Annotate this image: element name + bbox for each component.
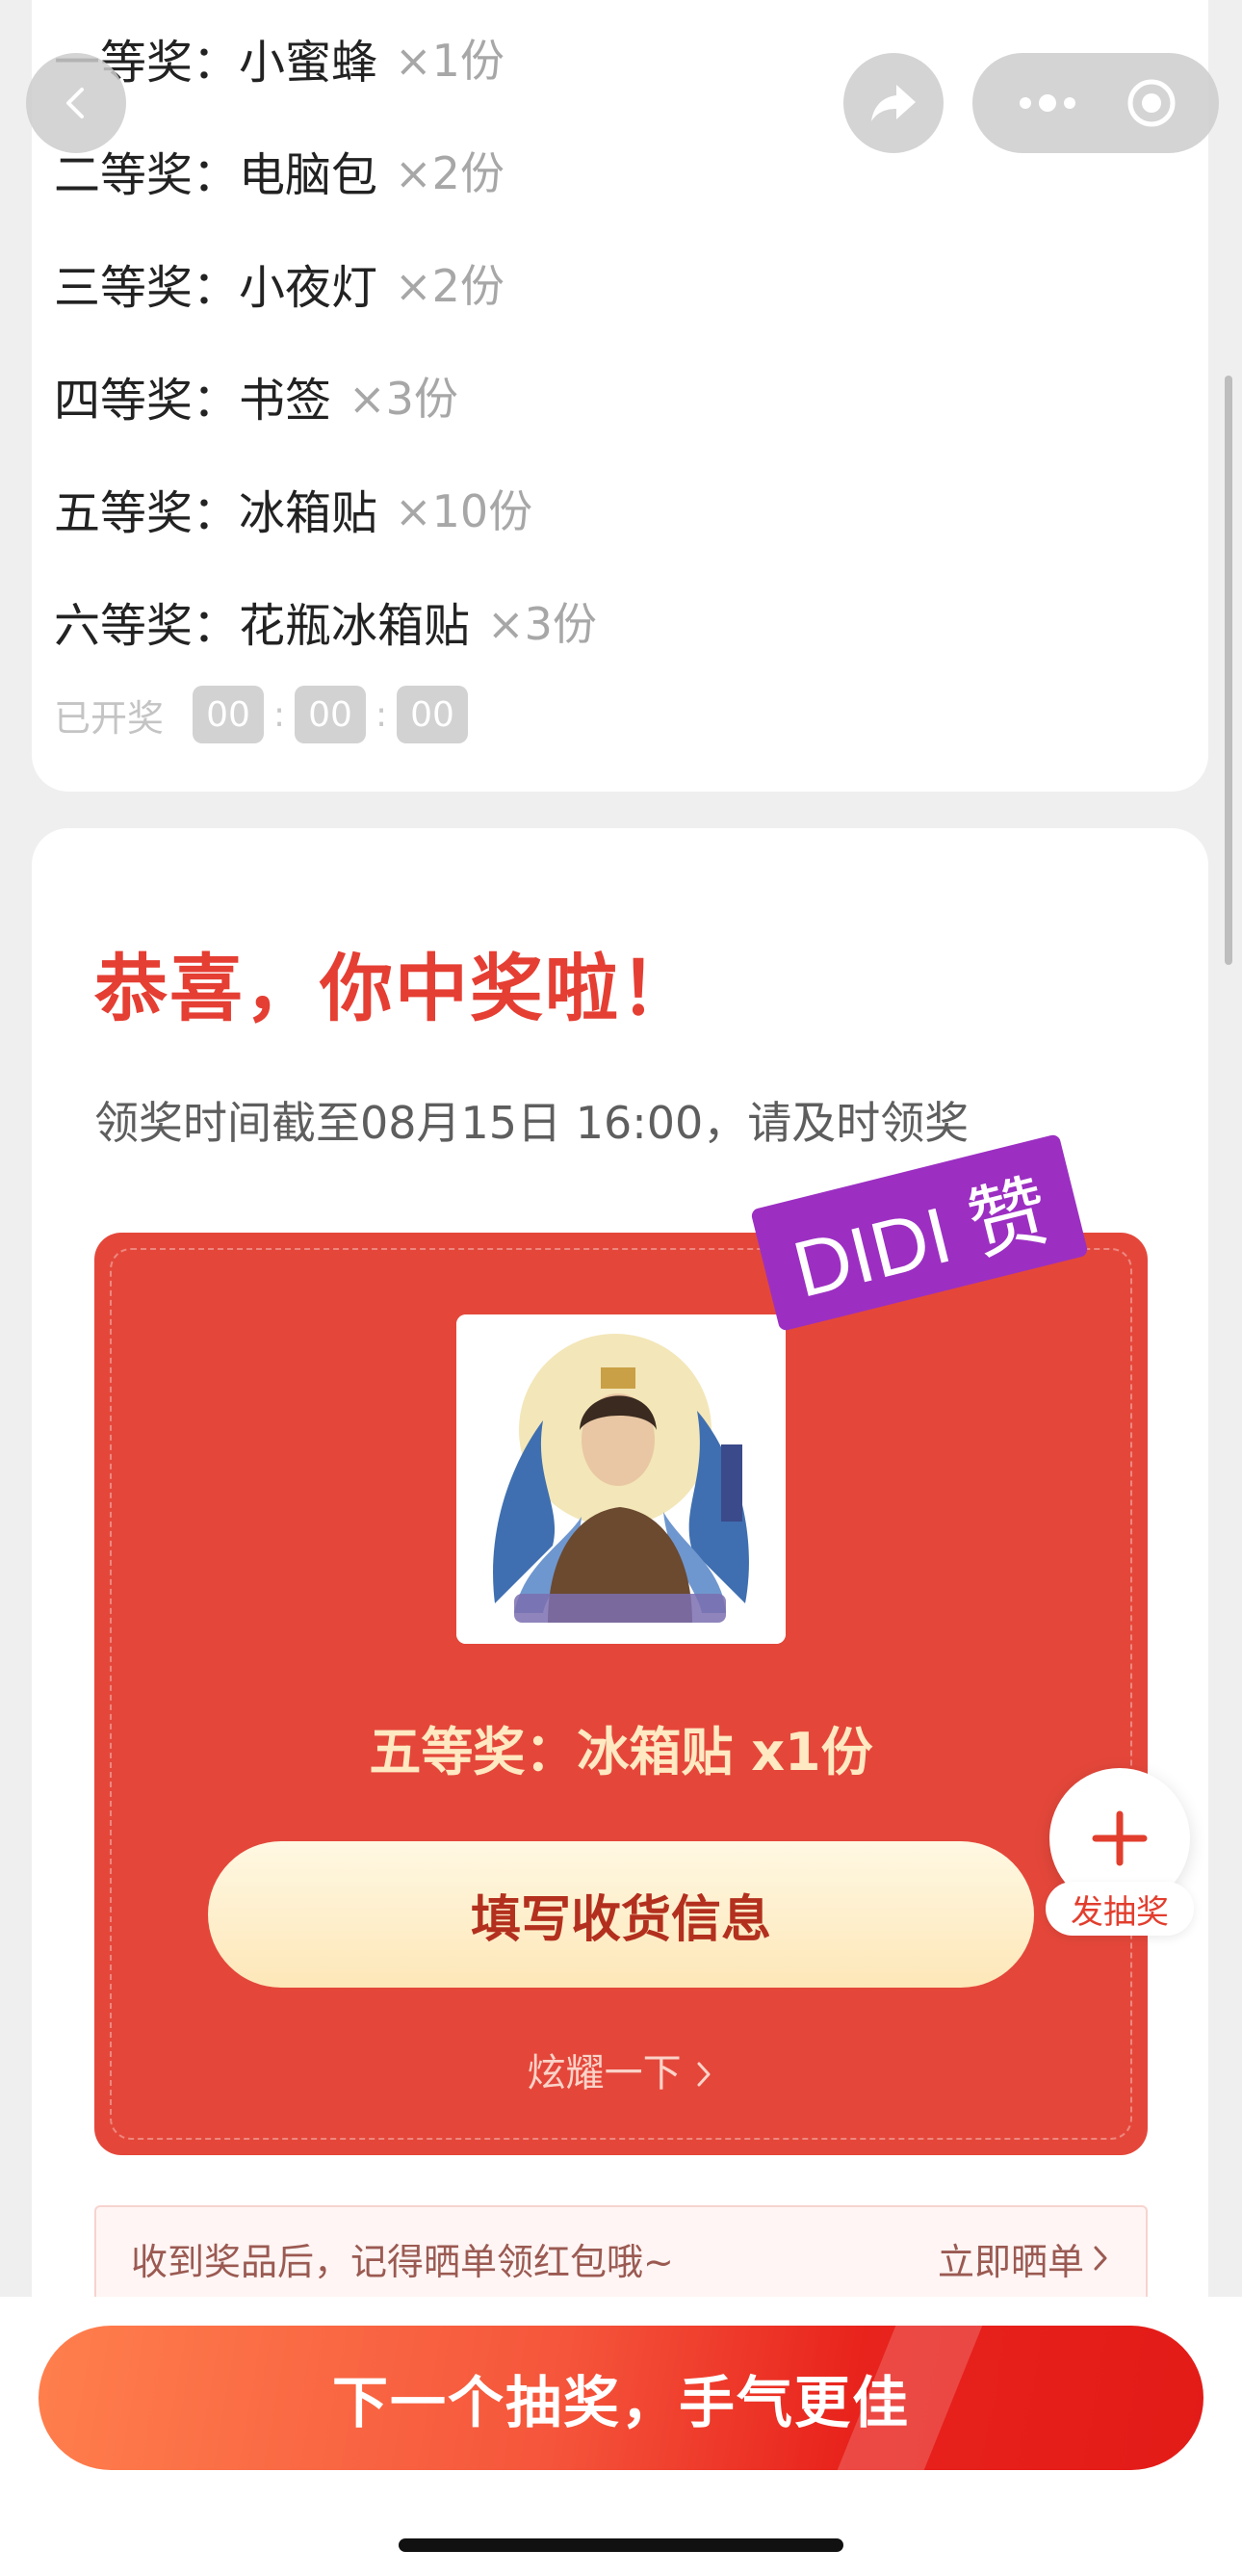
prize-qty: ×3份	[349, 373, 458, 425]
prize-qty: ×10份	[395, 485, 533, 537]
more-icon[interactable]	[1014, 91, 1081, 115]
show-off-label: 炫耀一下	[527, 2051, 682, 2095]
chevron-right-icon	[697, 2062, 711, 2087]
back-button[interactable]	[26, 53, 126, 153]
create-lottery-fab[interactable]: 发抽奖	[1046, 1768, 1194, 1938]
prize-row-3: 三等奖： 小夜灯 ×2份	[54, 245, 505, 322]
countdown-hours: 00	[193, 686, 265, 743]
fill-shipping-info-button[interactable]: 填写收货信息	[208, 1841, 1034, 1988]
prize-tier: 三等奖：	[54, 261, 240, 315]
prize-qty: ×2份	[395, 260, 505, 312]
prize-tier: 四等奖：	[54, 374, 240, 428]
prize-qty: ×3份	[487, 598, 597, 650]
scrollbar[interactable]	[1225, 376, 1232, 965]
prize-name: 冰箱贴	[239, 486, 378, 540]
countdown-minutes: 00	[295, 686, 367, 743]
next-lottery-button[interactable]: 下一个抽奖，手气更佳	[39, 2326, 1203, 2470]
prize-name: 小夜灯	[239, 261, 378, 315]
share-reminder-banner: 收到奖品后，记得晒单领红包哦~ 立即晒单	[94, 2205, 1148, 2311]
close-target-icon[interactable]	[1126, 77, 1177, 129]
home-indicator[interactable]	[399, 2538, 843, 2552]
chevron-right-icon	[1094, 2246, 1107, 2271]
won-prize-text: 五等奖：冰箱贴 x1份	[369, 1722, 873, 1782]
prize-name: 书签	[239, 374, 332, 428]
prize-tier: 六等奖：	[54, 599, 240, 653]
prize-name: 花瓶冰箱贴	[239, 599, 471, 653]
win-title: 恭喜，你中奖啦！	[94, 946, 695, 1031]
prize-qty: ×1份	[395, 35, 505, 87]
share-reminder-text: 收到奖品后，记得晒单领红包哦~	[131, 2240, 674, 2283]
page: 一等奖： 小蜜蜂 ×1份 二等奖： 电脑包 ×2份 三等奖： 小夜灯 ×2份 四等奖： 书签 ×…	[0, 0, 1242, 2576]
prize-row-4: 四等奖： 书签 ×3份	[54, 357, 458, 434]
prize-image	[456, 1314, 786, 1644]
countdown-row: 已开奖 00 : 00 : 00	[54, 684, 469, 745]
share-now-label: 立即晒单	[937, 2240, 1084, 2283]
prize-row-6: 六等奖： 花瓶冰箱贴 ×3份	[54, 583, 597, 660]
prize-name: 电脑包	[239, 148, 378, 202]
prize-qty: ×2份	[395, 147, 505, 199]
capsule-menu	[972, 53, 1219, 153]
share-now-link[interactable]: 立即晒单	[938, 2232, 1111, 2285]
countdown-separator: :	[272, 694, 286, 735]
countdown-seconds: 00	[397, 686, 469, 743]
back-icon	[66, 88, 84, 118]
countdown-separator: :	[375, 694, 388, 735]
share-button[interactable]	[843, 53, 944, 153]
claim-deadline: 领奖时间截至08月15日 16:00，请及时领奖	[94, 1097, 970, 1149]
prize-tier: 五等奖：	[54, 486, 240, 540]
prize-row-5: 五等奖： 冰箱贴 ×10份	[54, 470, 532, 547]
prize-illustration	[456, 1314, 786, 1644]
prize-row-2: 二等奖： 电脑包 ×2份	[54, 132, 505, 209]
show-off-link[interactable]: 炫耀一下	[94, 2042, 1148, 2097]
share-icon	[871, 85, 916, 121]
prize-name: 小蜜蜂	[239, 36, 378, 90]
fab-label: 发抽奖	[1046, 1882, 1194, 1936]
next-lottery-label: 下一个抽奖，手气更佳	[331, 2370, 910, 2435]
countdown-label: 已开奖	[54, 696, 165, 740]
